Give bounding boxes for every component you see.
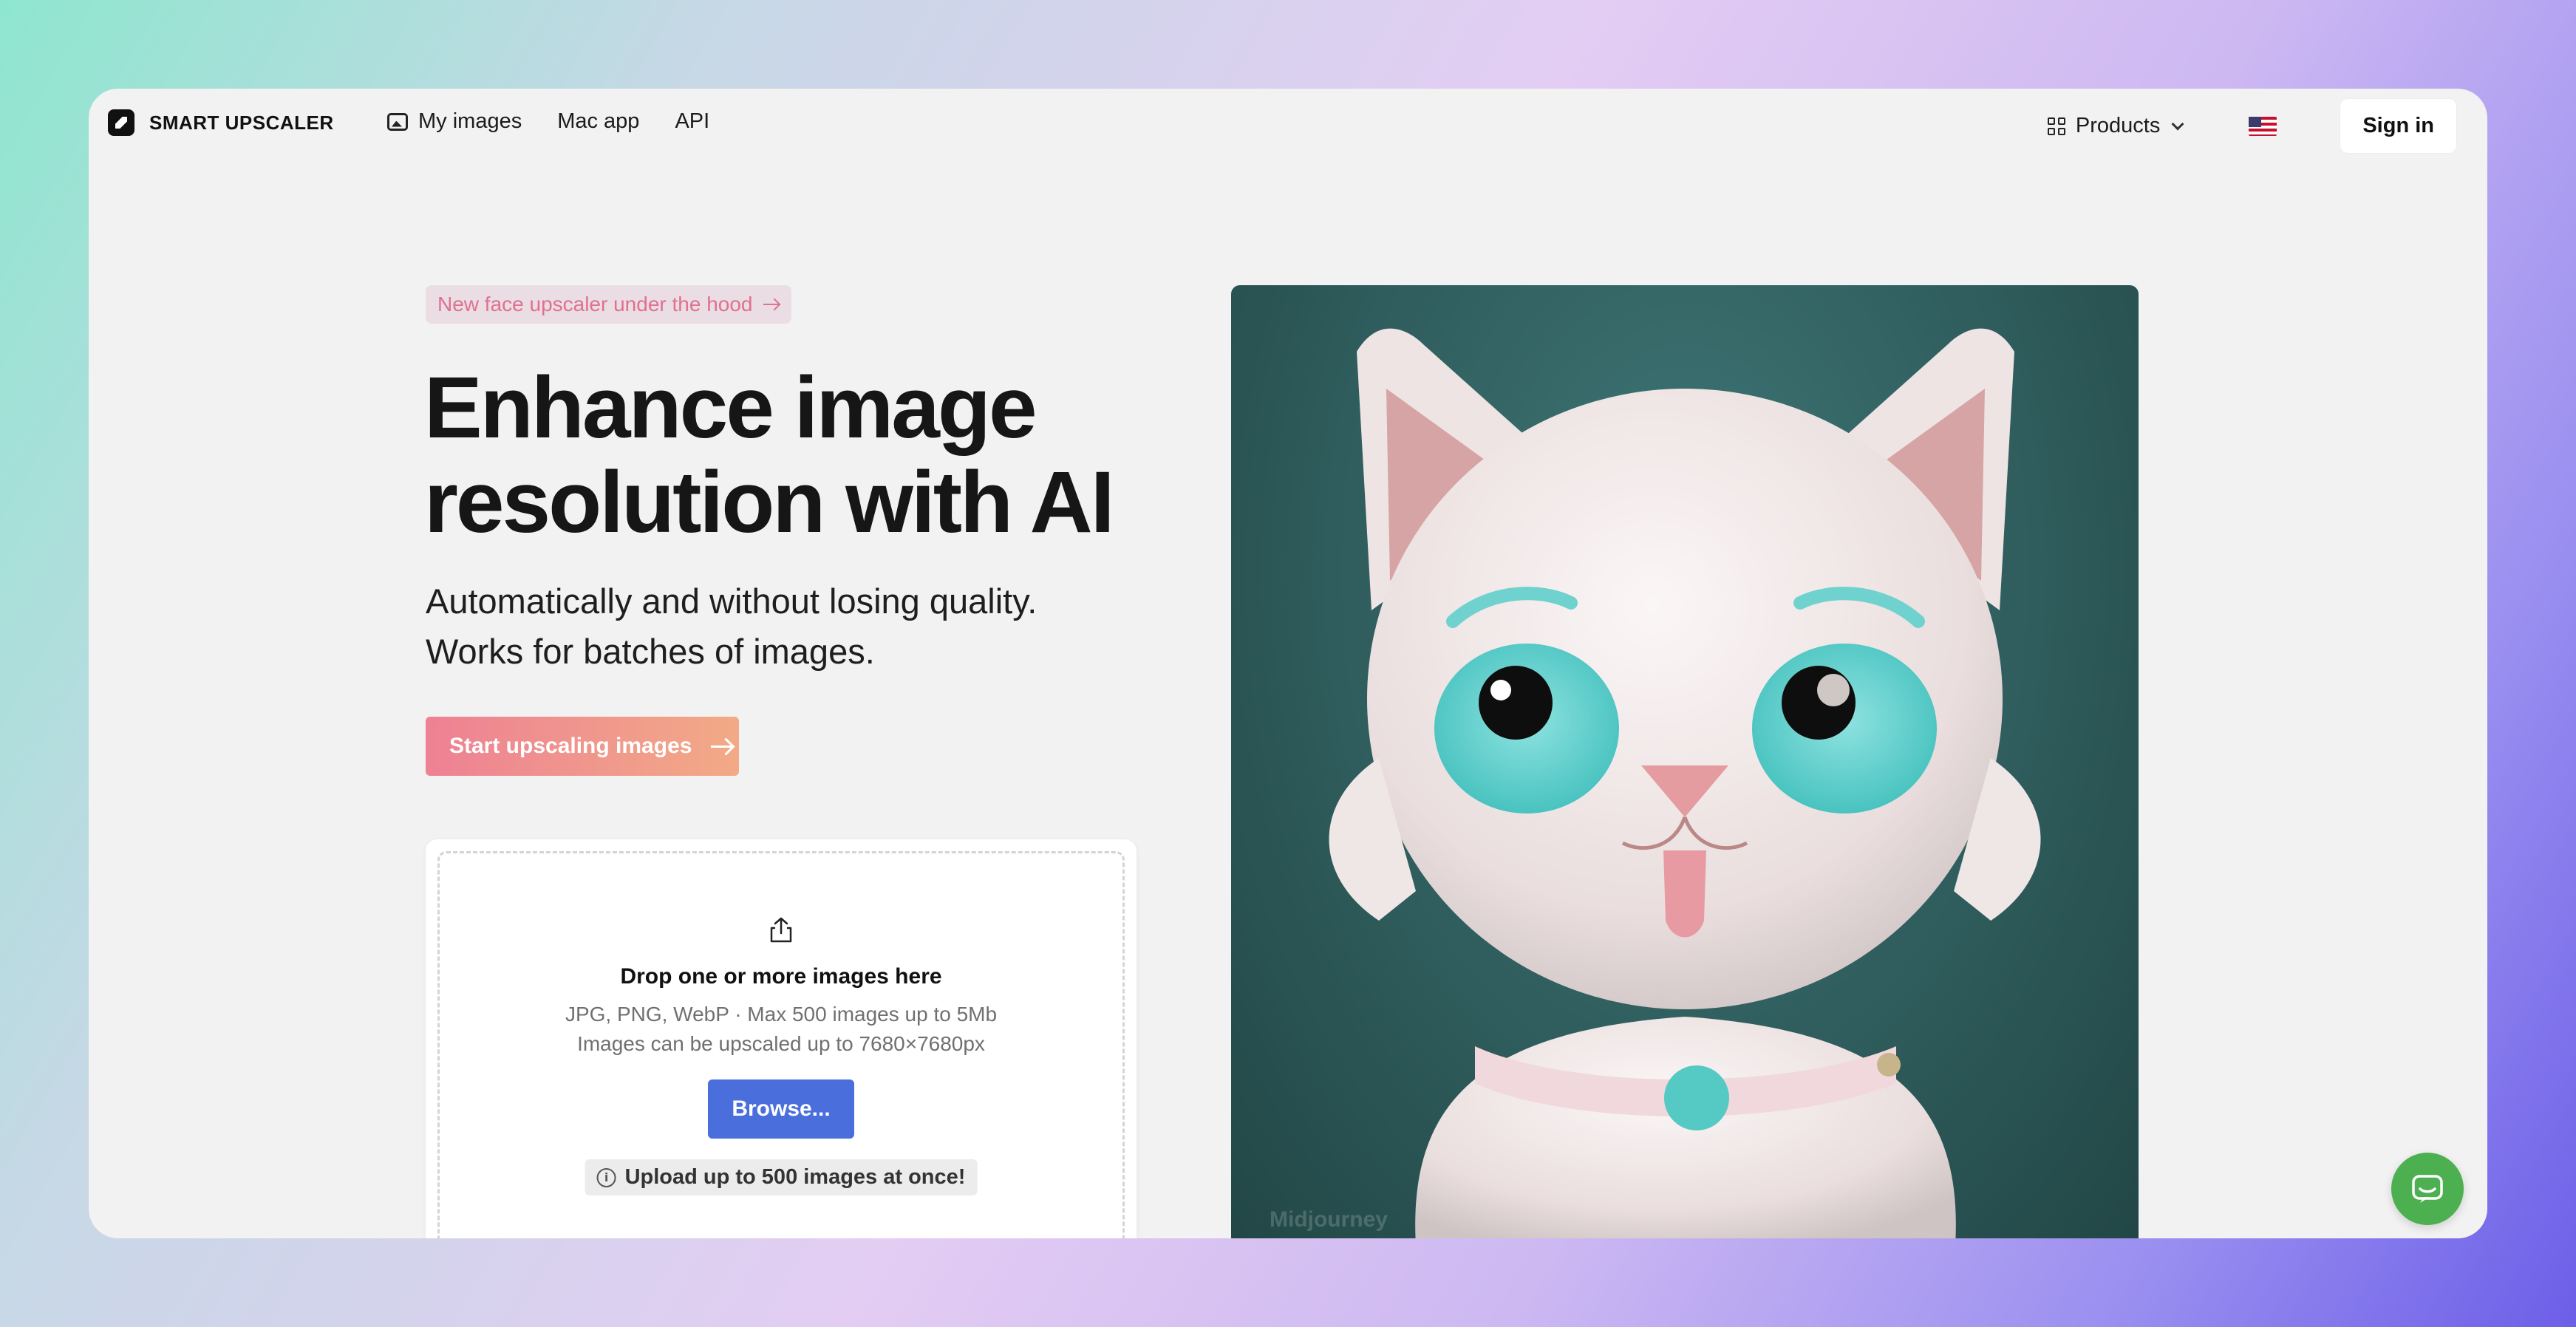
- nav-link-mac-app[interactable]: Mac app: [557, 109, 639, 134]
- logo-icon: [108, 109, 134, 136]
- top-nav: SMART UPSCALER My images Mac app API Pro…: [89, 89, 2487, 157]
- us-flag-icon[interactable]: [2249, 116, 2277, 136]
- app-window: SMART UPSCALER My images Mac app API Pro…: [89, 89, 2487, 1238]
- upload-card: Drop one or more images here JPG, PNG, W…: [426, 839, 1137, 1238]
- dropzone-hint-resolution: Images can be upscaled up to 7680×7680px: [577, 1032, 985, 1055]
- nav-link-label: My images: [418, 109, 522, 133]
- grid-icon: [2047, 117, 2065, 135]
- nav-link-my-images[interactable]: My images: [387, 109, 522, 134]
- hero-title: Enhance image resolution with AI: [424, 361, 1237, 550]
- images-icon: [387, 112, 408, 131]
- chat-button[interactable]: [2391, 1153, 2464, 1225]
- start-upscaling-button[interactable]: Start upscaling images: [426, 717, 739, 776]
- nav-link-api[interactable]: API: [675, 109, 709, 134]
- dropzone[interactable]: Drop one or more images here JPG, PNG, W…: [437, 851, 1125, 1238]
- sign-in-button[interactable]: Sign in: [2340, 99, 2456, 153]
- dropzone-title: Drop one or more images here: [620, 964, 942, 989]
- hero-subtitle: Automatically and without losing quality…: [426, 576, 1238, 677]
- nav-link-label: API: [675, 109, 710, 133]
- products-menu[interactable]: Products: [2047, 114, 2184, 138]
- hero-subtitle-line: Works for batches of images.: [426, 632, 875, 671]
- badge-label: New face upscaler under the hood: [437, 293, 753, 315]
- nav-link-label: Mac app: [557, 109, 640, 133]
- products-label: Products: [2075, 114, 2161, 137]
- upload-limit-note: i Upload up to 500 images at once!: [585, 1159, 978, 1195]
- hero-subtitle-line: Automatically and without losing quality…: [426, 581, 1037, 621]
- dropzone-hint-formats: JPG, PNG, WebP · Max 500 images up to 5M…: [565, 1003, 998, 1026]
- chat-icon: [2412, 1175, 2443, 1203]
- nav-links: My images Mac app API: [387, 109, 709, 134]
- image-credit: Midjourney: [1270, 1207, 1388, 1232]
- hero-image-cat: Midjourney: [1231, 285, 2139, 1238]
- chevron-down-icon: [2171, 117, 2184, 130]
- arrow-right-icon: [763, 304, 780, 305]
- browse-button[interactable]: Browse...: [708, 1079, 854, 1139]
- info-icon: i: [596, 1167, 616, 1187]
- nav-right: Products Sign in: [2047, 99, 2456, 153]
- hero-title-line: resolution with AI: [424, 454, 1114, 551]
- hero-title-line: Enhance image: [424, 359, 1037, 457]
- upload-icon: [770, 917, 792, 943]
- cta-label: Start upscaling images: [449, 734, 692, 758]
- arrow-right-icon: [711, 745, 734, 748]
- brand[interactable]: SMART UPSCALER: [108, 109, 334, 136]
- upload-limit-label: Upload up to 500 images at once!: [624, 1165, 966, 1189]
- cat-illustration: [1329, 328, 2041, 1238]
- announcement-badge[interactable]: New face upscaler under the hood: [426, 285, 791, 324]
- brand-name: SMART UPSCALER: [149, 111, 334, 134]
